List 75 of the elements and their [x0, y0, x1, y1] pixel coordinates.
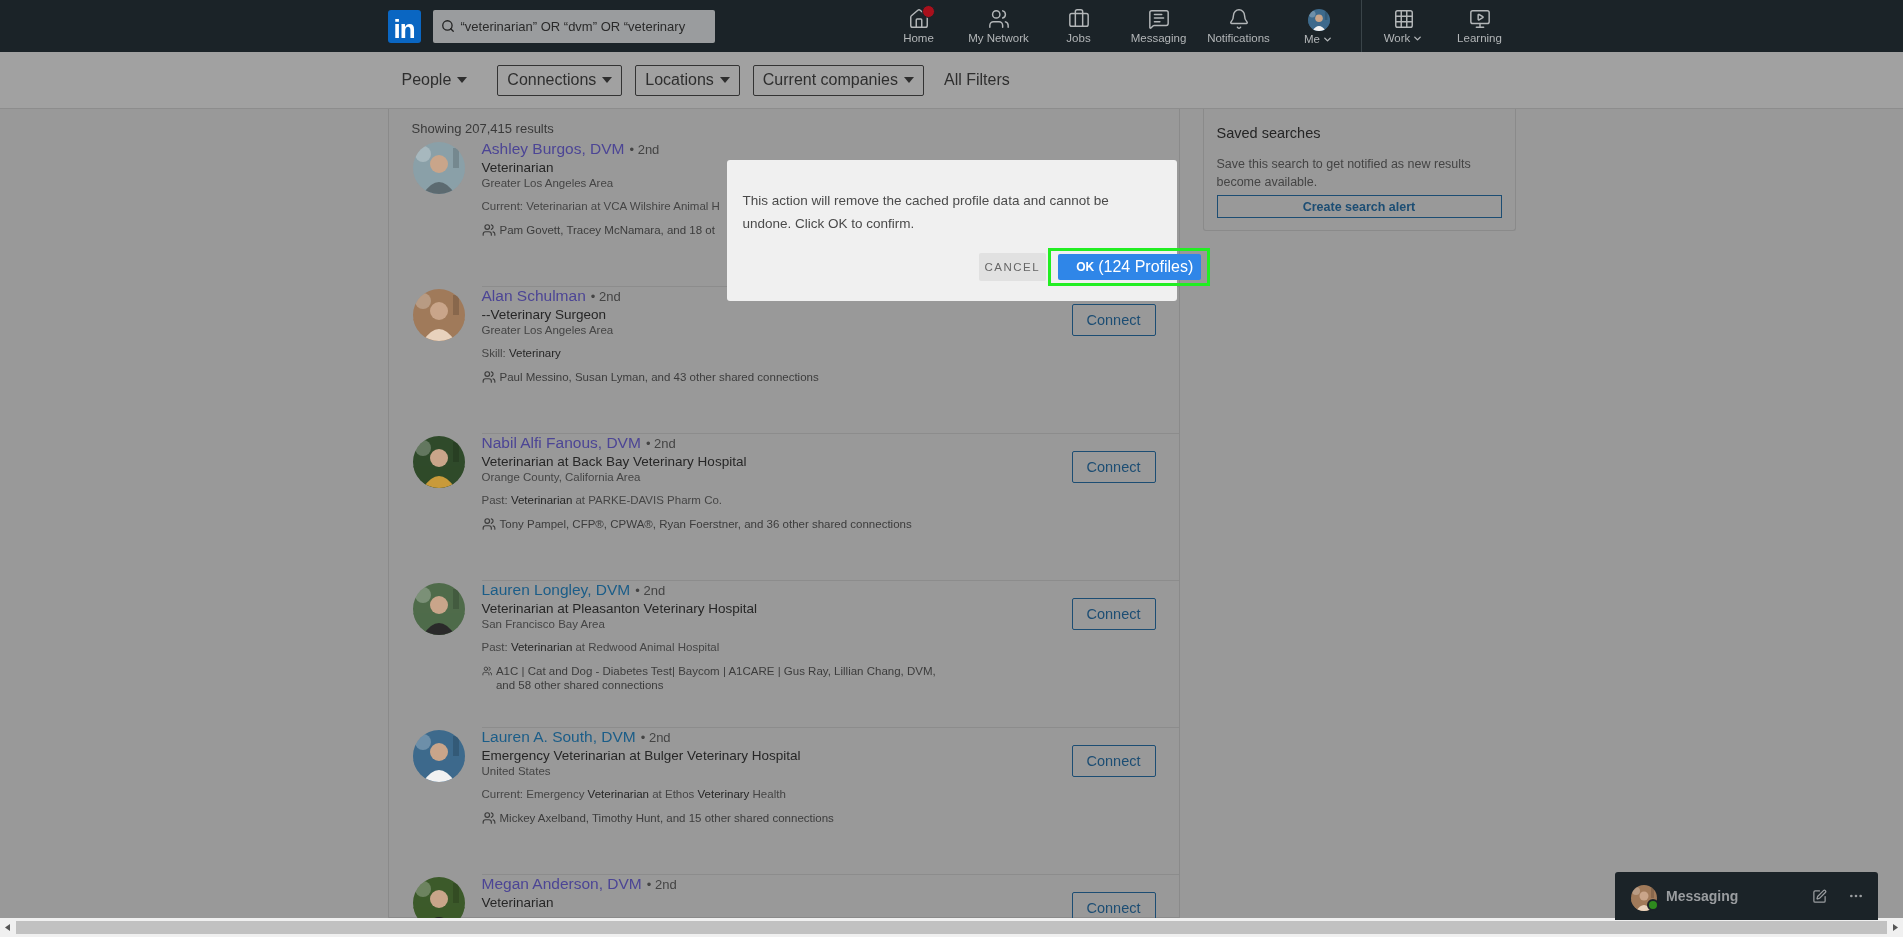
people-icon — [481, 811, 496, 825]
profile-snippet: Past: Veterinarian at PARKE-DAVIS Pharm Co. — [481, 494, 723, 506]
profile-name-link[interactable]: Nabil Alfi Fanous, DVM — [481, 434, 641, 452]
dialog-message: This action will remove the cached profile data and cannot be undone. Click OK to confirm. — [742, 192, 1110, 233]
connection-degree: • 2nd — [640, 730, 671, 745]
search-icon — [440, 19, 455, 33]
filter-dropdown[interactable]: Current companies — [752, 64, 924, 96]
nav-item[interactable]: Learning — [1443, 0, 1516, 52]
card-description: Save this search to get notified as new results become available. — [1216, 156, 1472, 191]
shared-connections: Tony Pampel, CFP®, CPWA®, Ryan Foerstner, and 36 other shared connections — [499, 517, 912, 531]
shared-connections: Pam Govett, Tracey McNamara, and 18 ot — [499, 223, 715, 237]
profile-location: United States — [481, 765, 552, 777]
connection-degree: • 2nd — [590, 289, 621, 304]
connection-degree: • 2nd — [645, 436, 676, 451]
connect-button[interactable]: Connect — [1071, 745, 1156, 777]
notification-badge — [921, 5, 935, 18]
people-icon — [481, 664, 492, 678]
people-icon — [481, 370, 496, 384]
people-icon — [481, 223, 496, 237]
connect-button[interactable]: Connect — [1071, 451, 1156, 483]
ok-button[interactable]: OK (124 Profiles) — [1058, 254, 1202, 280]
card-title: Saved searches — [1216, 125, 1322, 141]
home-icon — [907, 8, 930, 30]
search-field[interactable]: “veterinarian” OR “dvm” OR “veterinary — [432, 9, 715, 43]
profile-headline: Emergency Veterinarian at Bulger Veterinary Hospital — [481, 748, 802, 763]
messaging-bar[interactable]: Messaging — [1615, 872, 1878, 920]
compose-icon[interactable] — [1812, 888, 1827, 904]
people-icon — [481, 517, 496, 531]
connection-degree: • 2nd — [635, 583, 666, 598]
profile-snippet: Past: Veterinarian at Redwood Animal Hospital — [481, 641, 720, 653]
profile-headline: Veterinarian at Pleasanton Veterinary Hospital — [481, 601, 758, 616]
profile-snippet: Current: Veterinarian at VCA Wilshire Animal H — [481, 200, 720, 212]
filter-dropdown[interactable]: Locations — [635, 64, 740, 96]
chat-icon — [1147, 8, 1170, 30]
horizontal-scrollbar[interactable] — [0, 918, 1903, 937]
profile-location: Orange County, California Area — [481, 471, 642, 483]
shared-connections: Mickey Axelband, Timothy Hunt, and 15 other shared connections — [499, 811, 834, 825]
profile-location: San Francisco Bay Area — [481, 618, 606, 630]
logo[interactable]: in — [387, 9, 421, 43]
profile-snippet: Current: Emergency Veterinarian at Ethos Veterinary Health — [481, 788, 786, 800]
connect-button[interactable]: Connect — [1071, 304, 1156, 336]
shared-connections: A1C | Cat and Dog - Diabetes Test| Baycom | A1CARE | Gus Ray, Lillian Chang, DVM, and 58 other shared connections — [495, 664, 937, 692]
nav-item[interactable]: My Network — [958, 0, 1039, 52]
profile-name-link[interactable]: Megan Anderson, DVM — [481, 875, 642, 893]
results-count: Showing 207,415 results — [410, 121, 555, 136]
briefcase-icon — [1067, 8, 1090, 30]
create-alert-button[interactable]: Create search alert — [1216, 195, 1502, 218]
bell-icon — [1227, 8, 1250, 30]
filter-dropdown[interactable]: People — [394, 64, 475, 96]
profile-headline: Veterinarian at Back Bay Veterinary Hospital — [481, 454, 748, 469]
nav-item[interactable]: Notifications — [1198, 0, 1279, 52]
profile-headline: --Veterinary Surgeon — [481, 307, 608, 322]
profile-location: Greater Los Angeles Area — [481, 177, 615, 189]
video-icon — [1468, 8, 1491, 30]
shared-connections: Paul Messino, Susan Lyman, and 43 other shared connections — [499, 370, 819, 384]
connection-degree: • 2nd — [646, 877, 677, 892]
nav-item[interactable]: Jobs — [1038, 0, 1119, 52]
profile-headline: Veterinarian — [481, 895, 555, 910]
messaging-label: Messaging — [1666, 888, 1740, 904]
connection-degree: • 2nd — [629, 142, 660, 157]
filter-dropdown[interactable]: Connections — [497, 64, 623, 96]
nav-item[interactable]: Work — [1363, 0, 1444, 52]
profile-name-link[interactable]: Alan Schulman — [481, 287, 586, 305]
profile-location: Greater Los Angeles Area — [481, 324, 615, 336]
profile-headline: Veterinarian — [481, 160, 555, 175]
cancel-button[interactable]: CANCEL — [978, 253, 1047, 281]
connect-button[interactable]: Connect — [1071, 598, 1156, 630]
nav-item[interactable]: Me — [1278, 0, 1359, 52]
nav-item[interactable]: Home — [878, 0, 959, 52]
grid-icon — [1392, 8, 1415, 30]
profile-name-link[interactable]: Ashley Burgos, DVM — [481, 140, 625, 158]
nav-item[interactable]: Messaging — [1118, 0, 1199, 52]
people-icon — [987, 8, 1010, 30]
profile-snippet: Skill: Veterinary — [481, 347, 561, 359]
filter-link[interactable]: All Filters — [936, 64, 1017, 96]
